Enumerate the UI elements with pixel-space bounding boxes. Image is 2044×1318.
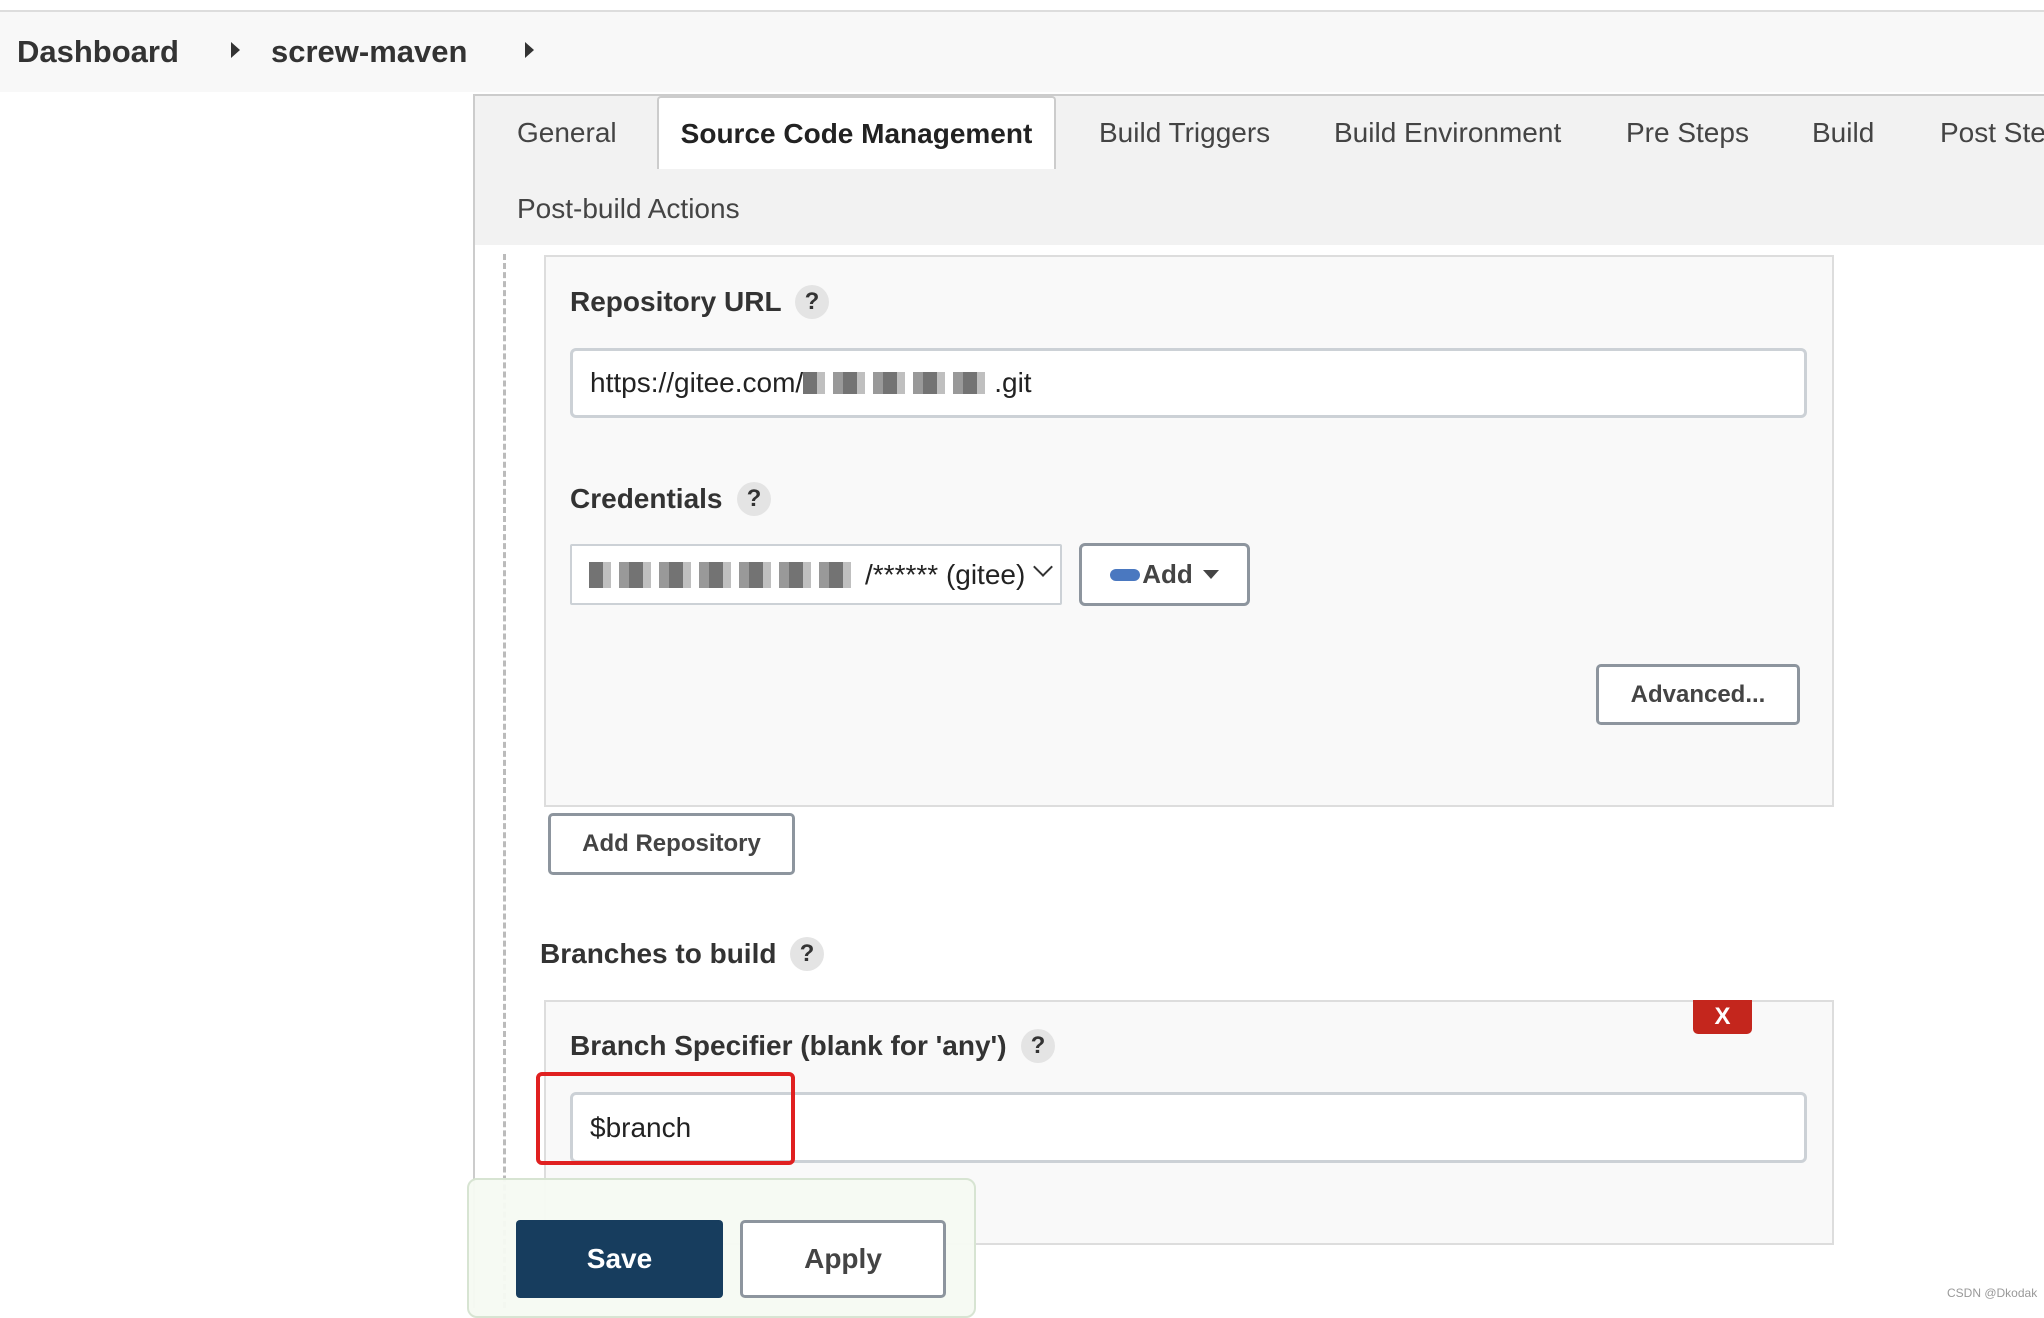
tab-build[interactable]: Build	[1812, 117, 1874, 149]
tab-pre-steps[interactable]: Pre Steps	[1626, 117, 1749, 149]
branches-title: Branches to build	[540, 938, 777, 969]
repository-url-label: Repository URL	[570, 286, 782, 317]
delete-branch-button[interactable]: X	[1693, 1000, 1752, 1034]
help-icon[interactable]: ?	[1021, 1029, 1055, 1063]
credentials-label: Credentials	[570, 483, 723, 514]
save-button[interactable]: Save	[516, 1220, 723, 1298]
redacted-text	[803, 372, 989, 394]
tab-post-build-actions[interactable]: Post-build Actions	[517, 193, 740, 225]
watermark: CSDN @Dkodak	[1947, 1286, 2038, 1300]
chevron-down-icon	[1033, 557, 1053, 577]
branch-specifier-label: Branch Specifier (blank for 'any')	[570, 1030, 1007, 1061]
caret-down-icon	[1202, 570, 1219, 579]
tab-build-triggers[interactable]: Build Triggers	[1099, 117, 1270, 149]
credentials-value: /****** (gitee)	[865, 558, 1026, 590]
breadcrumb-job[interactable]: screw-maven	[271, 34, 467, 70]
repository-url-input[interactable]: https://gitee.com/ .git	[570, 348, 1807, 418]
add-credentials-button[interactable]: Add	[1079, 543, 1250, 606]
breadcrumb-caret-icon[interactable]	[231, 42, 240, 58]
tab-source-code-management[interactable]: Source Code Management	[657, 96, 1056, 169]
tab-general[interactable]: General	[517, 117, 617, 149]
breadcrumb-caret-icon[interactable]	[525, 42, 534, 58]
help-icon[interactable]: ?	[790, 937, 824, 971]
add-label: Add	[1142, 559, 1193, 589]
breadcrumb-dashboard[interactable]: Dashboard	[17, 34, 179, 70]
help-icon[interactable]: ?	[737, 482, 771, 516]
help-icon[interactable]: ?	[795, 285, 829, 319]
apply-button[interactable]: Apply	[740, 1220, 946, 1298]
url-prefix: https://gitee.com/	[590, 367, 804, 398]
section-divider	[503, 254, 506, 1308]
redacted-text	[589, 561, 859, 588]
add-repository-button[interactable]: Add Repository	[548, 813, 795, 875]
credentials-select[interactable]: /****** (gitee)	[570, 544, 1062, 605]
key-icon	[1110, 568, 1141, 581]
advanced-button[interactable]: Advanced...	[1596, 664, 1800, 725]
highlight-box	[536, 1072, 795, 1165]
tab-build-environment[interactable]: Build Environment	[1334, 117, 1561, 149]
tab-post-steps[interactable]: Post Ste	[1940, 117, 2044, 149]
url-suffix: .git	[994, 367, 1032, 398]
